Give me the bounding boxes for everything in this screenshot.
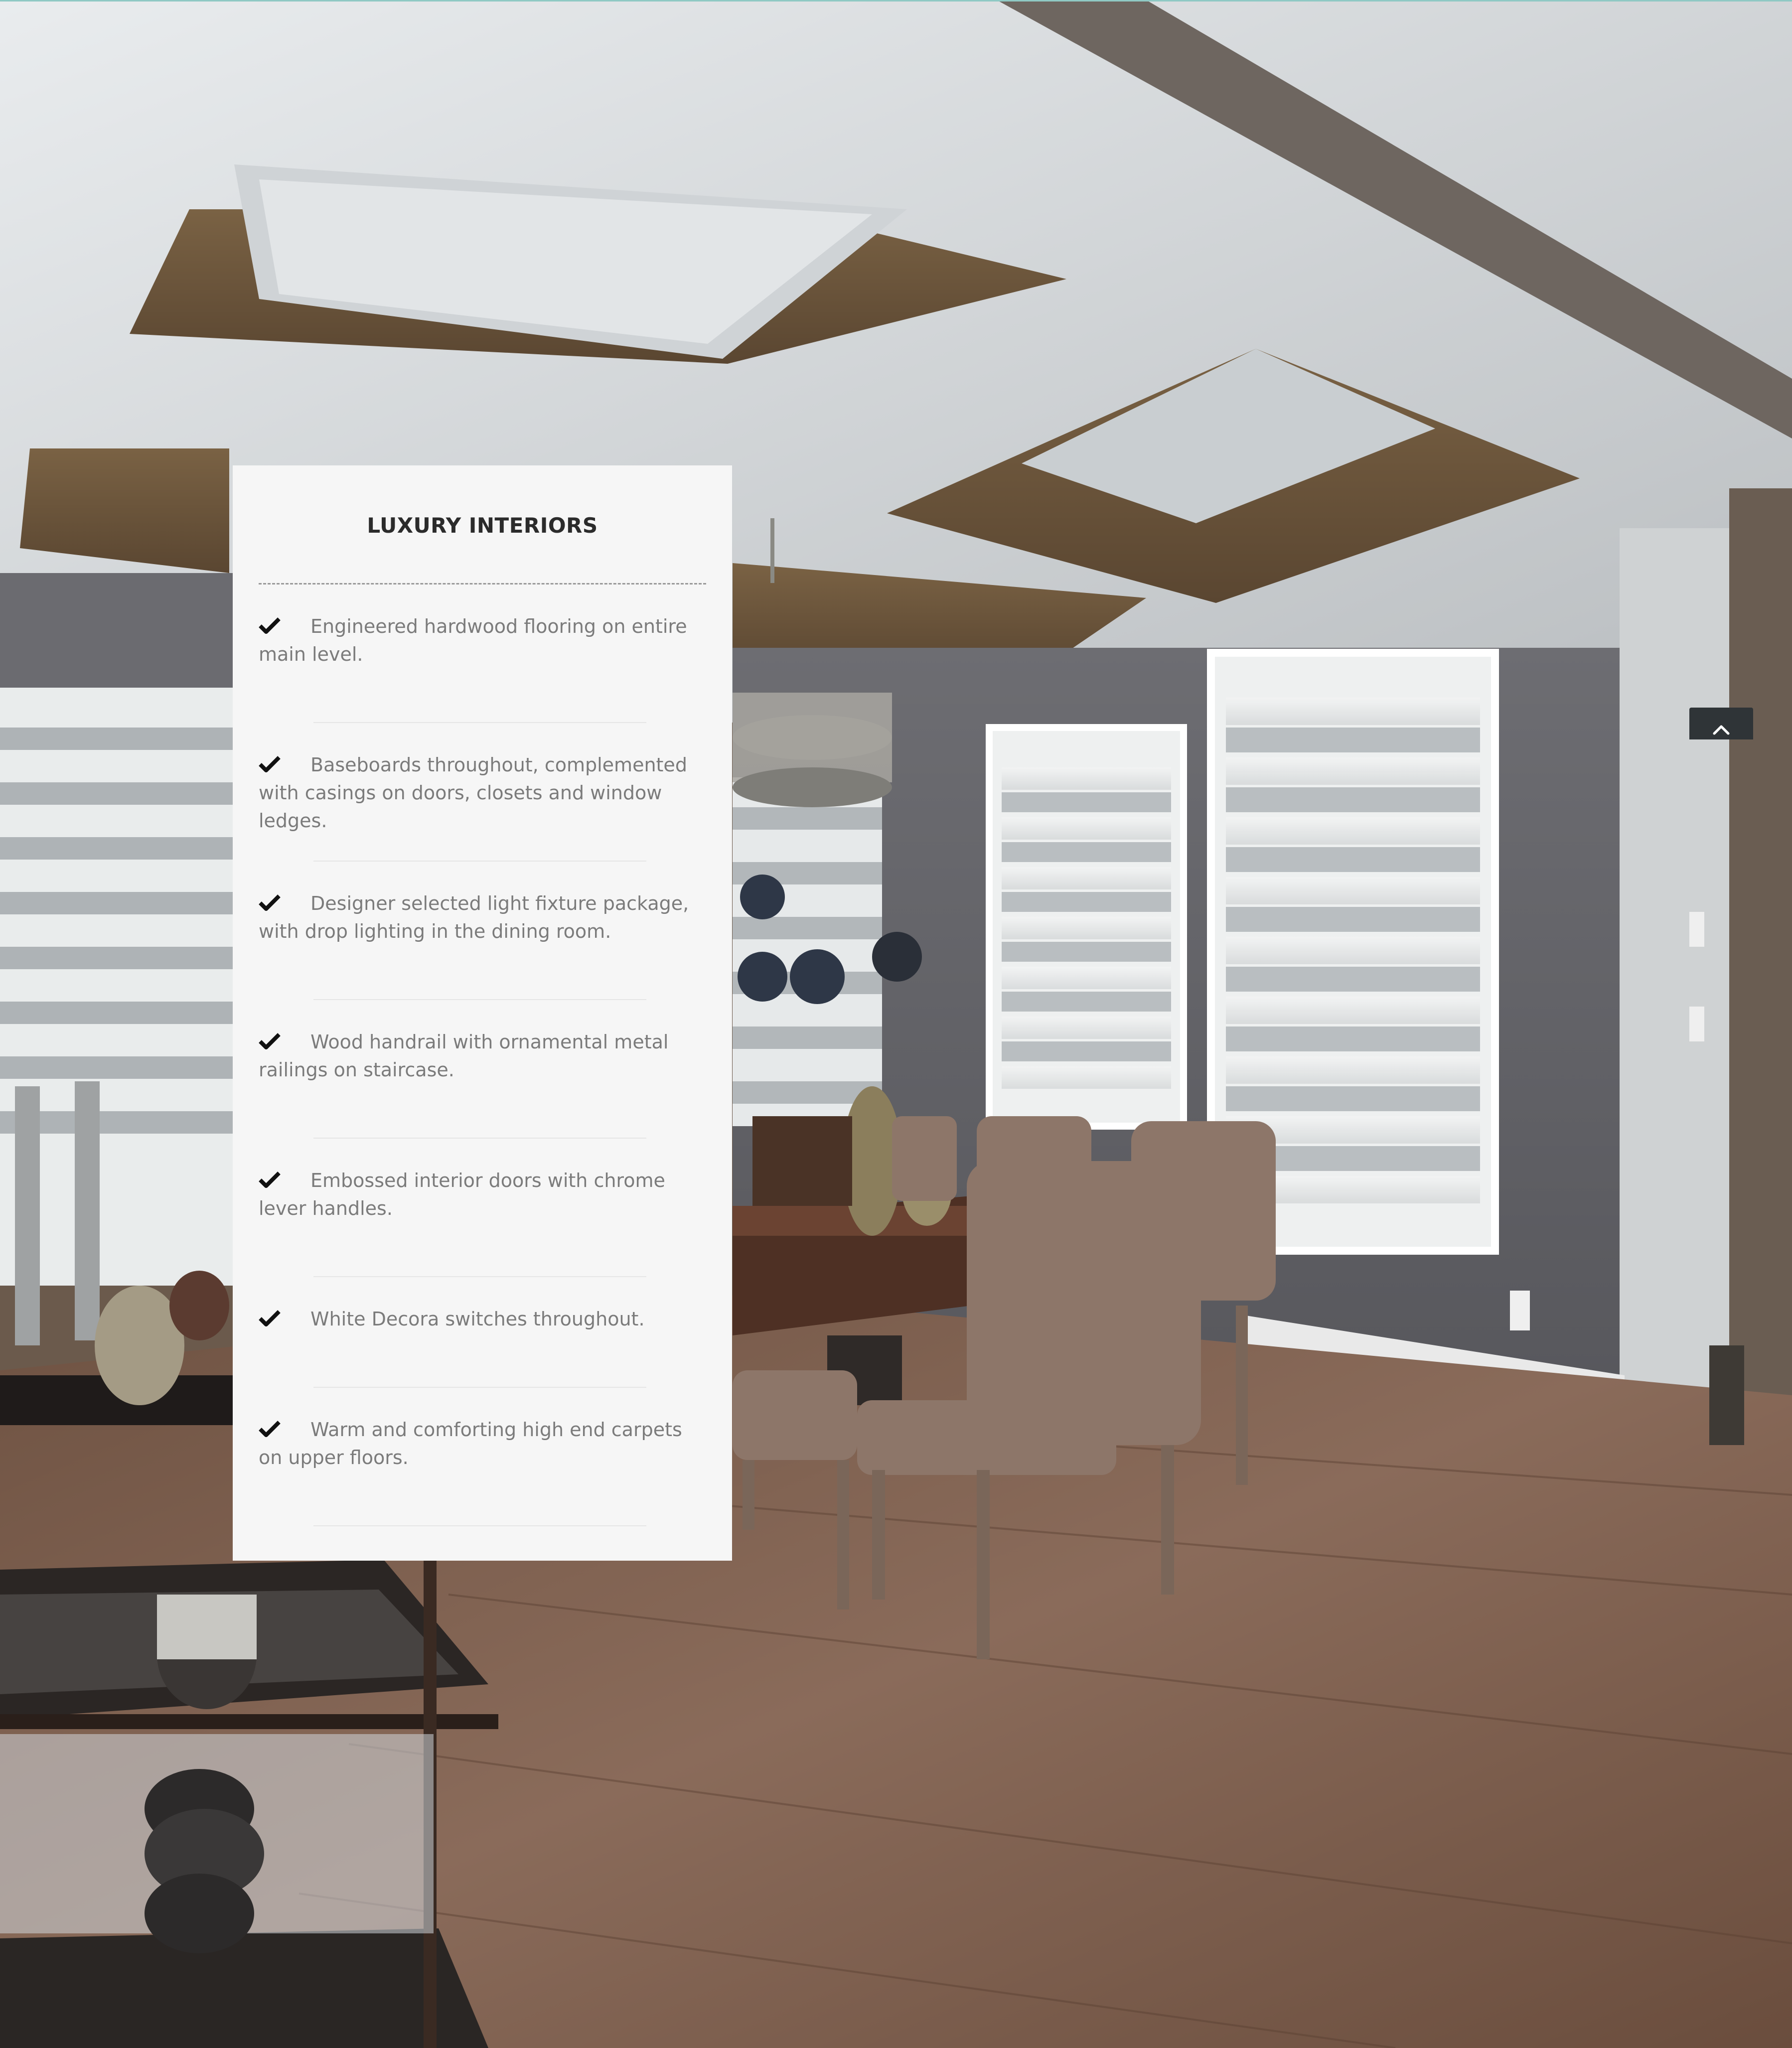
feature-item: Warm and comforting high end carpets on … [259,1388,706,1526]
checkmark-icon [259,617,281,634]
feature-text: Warm and comforting high end carpets on … [259,1419,682,1468]
feature-item: White Decora switches throughout. [259,1277,706,1388]
feature-divider [313,1525,646,1526]
feature-text: White Decora switches throughout. [310,1308,645,1330]
feature-list: Engineered hardwood flooring on entire m… [259,585,706,1526]
checkmark-icon [259,1310,281,1326]
scroll-to-top-button[interactable] [1689,708,1753,739]
page: LUXURY INTERIORS Engineered hardwood flo… [0,0,1792,2048]
feature-text: Designer selected light fixture package,… [259,892,689,942]
chevron-up-icon [1713,725,1730,735]
feature-text: Wood handrail with ornamental metal rail… [259,1031,669,1081]
feature-item: Wood handrail with ornamental metal rail… [259,1000,706,1139]
feature-text: Embossed interior doors with chrome leve… [259,1170,665,1219]
feature-text: Baseboards throughout, complemented with… [259,754,687,832]
feature-item: Embossed interior doors with chrome leve… [259,1139,706,1277]
checkmark-icon [259,1421,281,1437]
luxury-interiors-panel: LUXURY INTERIORS Engineered hardwood flo… [233,465,732,1561]
panel-title: LUXURY INTERIORS [259,465,706,583]
feature-item: Engineered hardwood flooring on entire m… [259,585,706,723]
feature-text: Engineered hardwood flooring on entire m… [259,615,687,665]
feature-item: Designer selected light fixture package,… [259,862,706,1000]
checkmark-icon [259,894,281,911]
top-accent-rule [0,0,1792,1]
checkmark-icon [259,756,281,772]
panel-title-text: LUXURY INTERIORS [367,513,598,538]
checkmark-icon [259,1033,281,1049]
feature-item: Baseboards throughout, complemented with… [259,723,706,862]
checkmark-icon [259,1171,281,1188]
